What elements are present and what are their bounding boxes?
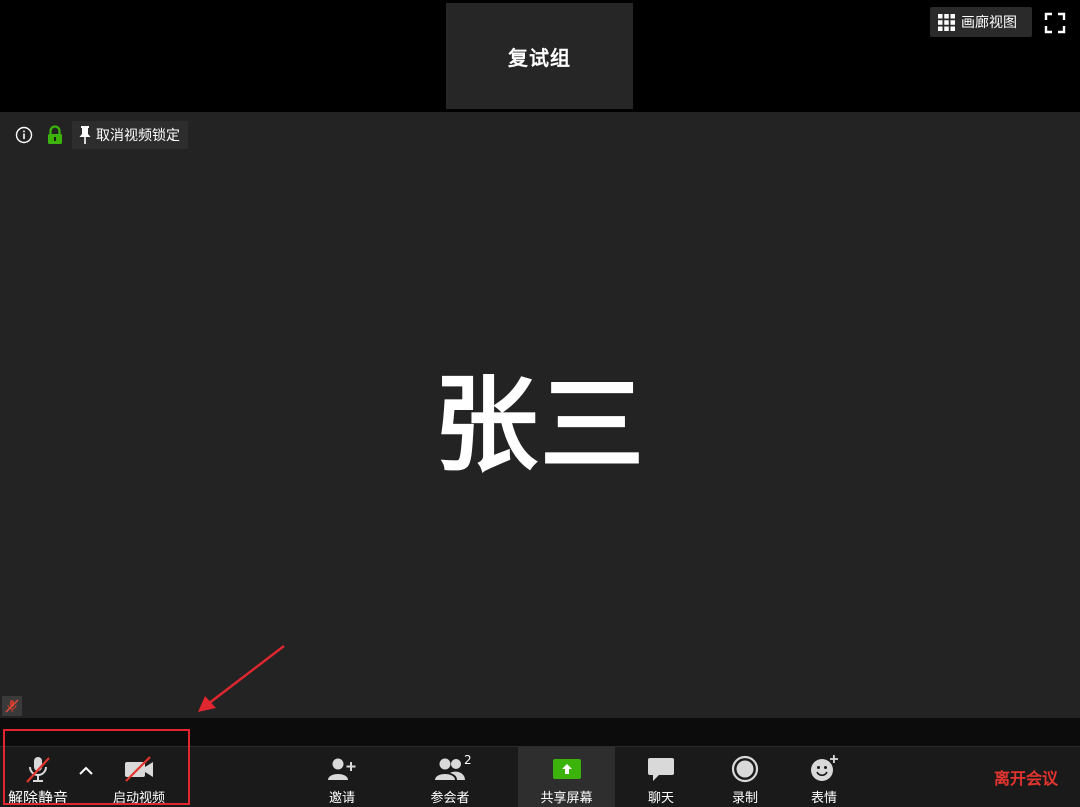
unmute-label: 解除静音 [7, 789, 68, 807]
main-video-area: 张三 取消视频锁定 [0, 112, 1080, 718]
participant-thumbnail[interactable]: 复试组 [446, 3, 633, 109]
gallery-view-label: 画廊视图 [961, 15, 1017, 31]
video-off-icon [125, 756, 153, 782]
grid-icon [938, 13, 955, 31]
invite-label: 邀请 [328, 791, 355, 806]
meeting-toolbar: 解除静音 启动视频 邀请 2 参会者 共享屏幕 聊天 录制 表情 [0, 746, 1080, 807]
leave-meeting-button[interactable]: 离开会议 [994, 746, 1058, 807]
participants-button[interactable]: 2 参会者 [416, 747, 484, 807]
info-icon [15, 126, 33, 144]
share-screen-button[interactable]: 共享屏幕 [518, 747, 615, 807]
reactions-icon-wrap [809, 755, 839, 783]
participants-label: 参会者 [430, 791, 470, 806]
chat-button[interactable]: 聊天 [636, 747, 686, 807]
participant-name: 张三 [433, 363, 646, 486]
unpin-video-label: 取消视频锁定 [96, 128, 180, 144]
meeting-info-button[interactable] [15, 126, 33, 144]
start-video-button[interactable]: 启动视频 [104, 747, 174, 807]
mic-muted-icon [5, 699, 19, 713]
unmute-icon-wrap [23, 755, 53, 783]
mic-muted-icon [26, 757, 50, 783]
share-screen-icon [552, 759, 581, 779]
audio-options-button[interactable] [76, 761, 96, 781]
invite-icon-wrap [327, 755, 357, 783]
participants-icon [435, 758, 465, 780]
thumbnail-name: 复试组 [508, 45, 571, 70]
participant-muted-indicator [2, 696, 22, 716]
reactions-button[interactable]: 表情 [800, 747, 848, 807]
top-strip: 复试组 画廊视图 [0, 0, 1080, 112]
encryption-button[interactable] [46, 125, 64, 145]
record-icon [731, 755, 759, 783]
record-button[interactable]: 录制 [722, 747, 768, 807]
invite-button[interactable]: 邀请 [312, 747, 372, 807]
start-video-icon-wrap [122, 755, 156, 783]
record-icon-wrap [731, 755, 759, 783]
fullscreen-icon [1044, 12, 1066, 34]
fullscreen-button[interactable] [1044, 12, 1066, 34]
chat-icon-wrap [647, 755, 675, 783]
smiley-add-icon [811, 755, 838, 781]
toolbar-gap [0, 718, 1080, 746]
chevron-up-icon [79, 766, 93, 775]
share-screen-label: 共享屏幕 [540, 791, 593, 806]
reactions-label: 表情 [810, 791, 837, 806]
meeting-window: 复试组 画廊视图 张三 取消视频锁定 解除静音 启动视频 邀请 2 参会者 共享… [0, 0, 1080, 807]
gallery-view-button[interactable]: 画廊视图 [930, 7, 1032, 37]
pin-icon [79, 126, 91, 144]
share-screen-icon-wrap [552, 755, 582, 783]
unmute-button[interactable]: 解除静音 [4, 747, 72, 807]
unpin-video-button[interactable]: 取消视频锁定 [72, 121, 188, 149]
lock-icon [48, 125, 62, 144]
participants-icon-wrap [433, 755, 467, 783]
record-label: 录制 [731, 791, 758, 806]
chat-icon [648, 758, 674, 781]
start-video-label: 启动视频 [112, 791, 165, 806]
participants-count: 2 [464, 753, 472, 767]
chat-label: 聊天 [647, 791, 674, 806]
add-user-icon [328, 758, 356, 780]
